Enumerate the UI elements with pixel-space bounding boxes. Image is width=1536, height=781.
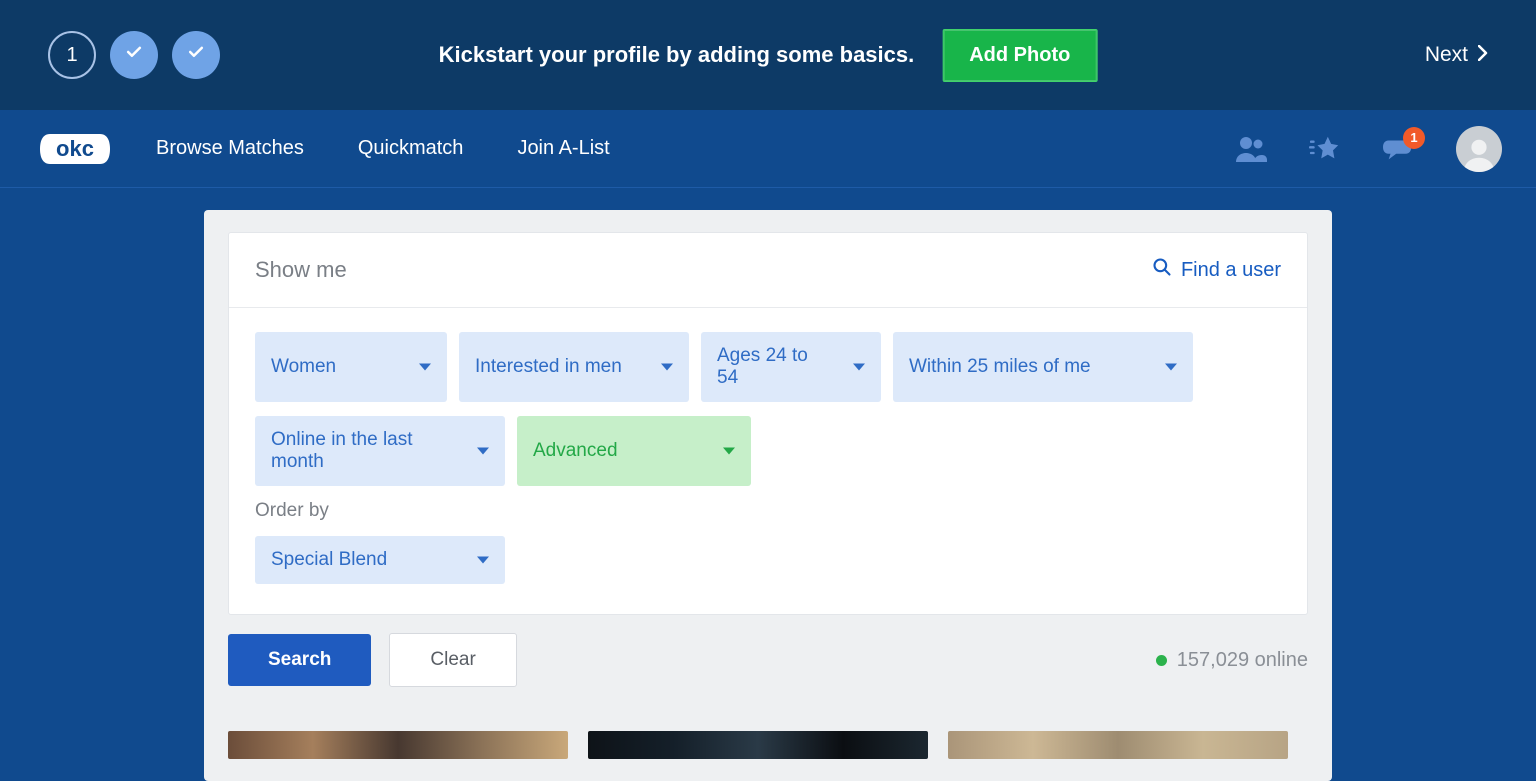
clear-button[interactable]: Clear	[389, 633, 516, 687]
result-thumb[interactable]	[948, 731, 1288, 759]
search-icon	[1152, 257, 1172, 283]
onboarding-banner: 1 Kickstart your profile by adding some …	[0, 0, 1536, 110]
star-icon[interactable]	[1308, 134, 1342, 164]
search-button[interactable]: Search	[228, 634, 371, 686]
chevron-right-icon	[1478, 43, 1488, 67]
step-3-indicator	[172, 31, 220, 79]
avatar[interactable]	[1456, 126, 1502, 172]
next-button[interactable]: Next	[1425, 43, 1488, 67]
main-nav: okc Browse Matches Quickmatch Join A-Lis…	[0, 110, 1536, 188]
nav-join-a-list[interactable]: Join A-List	[517, 137, 609, 160]
find-user-label: Find a user	[1181, 259, 1281, 282]
step-2-indicator	[110, 31, 158, 79]
svg-text:okc: okc	[56, 136, 94, 161]
order-by-select[interactable]: Special Blend	[255, 536, 505, 584]
caret-down-icon	[477, 557, 489, 564]
show-me-heading: Show me	[255, 257, 347, 283]
check-icon	[124, 42, 144, 68]
caret-down-icon	[477, 448, 489, 455]
filter-card: Show me Find a user Women Interested in …	[228, 232, 1308, 615]
result-thumb[interactable]	[588, 731, 928, 759]
message-badge: 1	[1403, 127, 1425, 149]
step-1-indicator: 1	[48, 31, 96, 79]
banner-headline: Kickstart your profile by adding some ba…	[439, 42, 915, 68]
online-count: 157,029 online	[1156, 649, 1308, 672]
messages-icon[interactable]: 1	[1382, 134, 1416, 164]
progress-steps: 1	[48, 31, 220, 79]
filter-gender[interactable]: Women	[255, 332, 447, 402]
add-photo-button[interactable]: Add Photo	[942, 29, 1097, 82]
filter-activity[interactable]: Online in the last month	[255, 416, 505, 486]
find-user-link[interactable]: Find a user	[1152, 257, 1281, 283]
result-thumbnails	[228, 731, 1308, 759]
search-panel: Show me Find a user Women Interested in …	[204, 210, 1332, 781]
filter-distance[interactable]: Within 25 miles of me	[893, 332, 1193, 402]
people-icon[interactable]	[1234, 134, 1268, 164]
online-dot-icon	[1156, 655, 1167, 666]
caret-down-icon	[419, 364, 431, 371]
caret-down-icon	[1165, 364, 1177, 371]
result-thumb[interactable]	[228, 731, 568, 759]
caret-down-icon	[723, 448, 735, 455]
okc-logo[interactable]: okc	[38, 128, 112, 170]
filter-ages[interactable]: Ages 24 to 54	[701, 332, 881, 402]
caret-down-icon	[853, 364, 865, 371]
caret-down-icon	[661, 364, 673, 371]
nav-browse-matches[interactable]: Browse Matches	[156, 137, 304, 160]
order-by-label: Order by	[255, 500, 1281, 522]
online-count-text: 157,029 online	[1177, 649, 1308, 672]
filter-interest[interactable]: Interested in men	[459, 332, 689, 402]
next-label: Next	[1425, 43, 1468, 67]
filter-advanced[interactable]: Advanced	[517, 416, 751, 486]
nav-quickmatch[interactable]: Quickmatch	[358, 137, 464, 160]
check-icon	[186, 42, 206, 68]
